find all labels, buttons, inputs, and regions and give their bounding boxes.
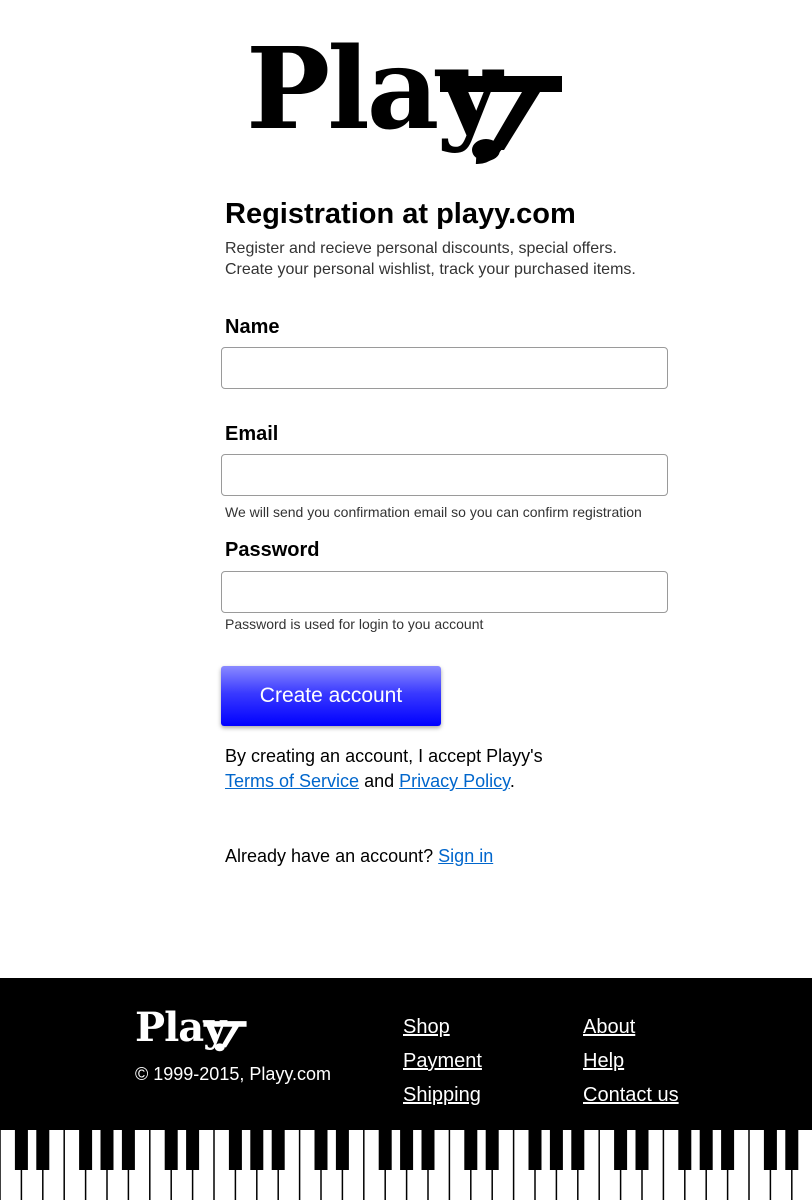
privacy-policy-link[interactable]: Privacy Policy — [399, 771, 510, 791]
black-key — [528, 1130, 542, 1170]
black-key — [121, 1130, 135, 1170]
black-key — [549, 1130, 563, 1170]
black-key — [464, 1130, 478, 1170]
black-key — [36, 1130, 50, 1170]
black-key — [614, 1130, 628, 1170]
black-key — [635, 1130, 649, 1170]
sign-in-link[interactable]: Sign in — [438, 846, 493, 866]
music-note-icon — [203, 1021, 247, 1052]
black-key — [164, 1130, 178, 1170]
password-label: Password — [225, 539, 320, 561]
black-key — [571, 1130, 585, 1170]
footer-nav-info: About Help Contact us — [583, 1010, 679, 1112]
black-key — [314, 1130, 328, 1170]
black-key — [228, 1130, 242, 1170]
footer-link-shipping[interactable]: Shipping — [403, 1078, 482, 1112]
black-key — [378, 1130, 392, 1170]
black-key — [14, 1130, 28, 1170]
footer-link-about[interactable]: About — [583, 1010, 679, 1044]
email-hint: We will send you confirmation email so y… — [225, 504, 642, 520]
page-title: Registration at playy.com — [225, 198, 576, 230]
intro-line-2: Create your personal wishlist, track you… — [225, 261, 636, 278]
signin-prompt: Already have an account? Sign in — [225, 846, 493, 867]
black-key — [250, 1130, 264, 1170]
black-key — [421, 1130, 435, 1170]
music-note-icon — [440, 76, 562, 164]
black-key — [763, 1130, 777, 1170]
black-key — [79, 1130, 93, 1170]
signin-text: Already have an account? — [225, 846, 434, 866]
piano-keys-decoration — [0, 1130, 812, 1200]
footer-nav-shop: Shop Payment Shipping — [403, 1010, 482, 1112]
site-logo[interactable]: Play — [246, 34, 566, 164]
password-input[interactable] — [221, 571, 668, 613]
site-footer: Play © 1999-2015, Playy.com Shop Payment… — [0, 978, 812, 1200]
footer-link-payment[interactable]: Payment — [403, 1044, 482, 1078]
black-key — [721, 1130, 735, 1170]
terms-suffix: . — [509, 771, 515, 791]
black-key — [271, 1130, 285, 1170]
black-key — [785, 1130, 799, 1170]
black-key — [186, 1130, 200, 1170]
email-label: Email — [225, 423, 279, 445]
name-label: Name — [225, 316, 280, 338]
create-account-button[interactable]: Create account — [221, 666, 441, 726]
black-key — [699, 1130, 713, 1170]
terms-notice: By creating an account, I accept Playy's… — [225, 744, 543, 794]
black-key — [678, 1130, 692, 1170]
password-hint: Password is used for login to you accoun… — [225, 616, 484, 632]
terms-of-service-link[interactable]: Terms of Service — [225, 771, 359, 791]
terms-and: and — [364, 771, 395, 791]
black-key — [100, 1130, 114, 1170]
name-input[interactable] — [221, 347, 668, 389]
intro-line-1: Register and recieve personal discounts,… — [225, 240, 617, 257]
copyright: © 1999-2015, Playy.com — [135, 1064, 332, 1084]
footer-link-shop[interactable]: Shop — [403, 1010, 482, 1044]
email-input[interactable] — [221, 454, 668, 496]
black-key — [485, 1130, 499, 1170]
footer-link-contact[interactable]: Contact us — [583, 1078, 679, 1112]
terms-prefix: By creating an account, I accept Playy's — [225, 746, 543, 766]
footer-link-help[interactable]: Help — [583, 1044, 679, 1078]
black-key — [400, 1130, 414, 1170]
page-intro: Register and recieve personal discounts,… — [225, 238, 636, 280]
black-key — [335, 1130, 349, 1170]
